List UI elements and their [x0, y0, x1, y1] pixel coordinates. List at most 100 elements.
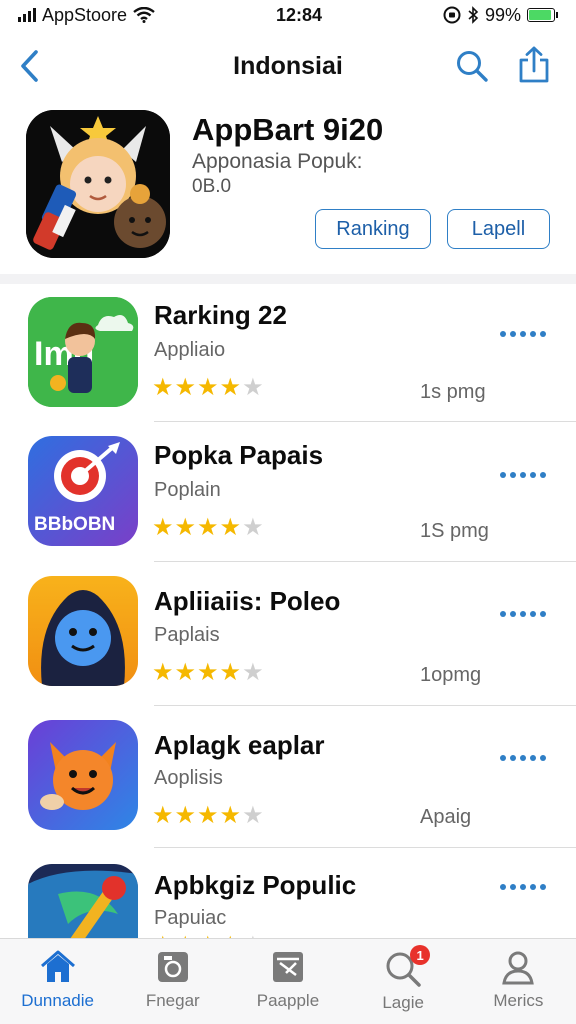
list-item[interactable]: Apliiaiis: Poleo Paplais ★ ★ ★ ★ ★ 1opmg	[0, 568, 576, 710]
app-subtitle: Aoplisis	[154, 767, 223, 789]
star-rating: ★★★★★	[152, 516, 264, 540]
star-icon: ★	[152, 514, 174, 541]
app-size: 1s pmg	[420, 381, 486, 403]
star-icon: ★	[152, 374, 174, 401]
wifi-icon	[133, 7, 155, 23]
page-title: Indonsiai	[233, 51, 343, 80]
target-icon[interactable]: BBbOBN	[28, 436, 138, 546]
star-icon: ★	[197, 514, 219, 541]
featured-meta: 0B.0	[192, 176, 232, 197]
fox-face-artwork	[28, 720, 138, 830]
chevron-left-icon	[21, 50, 38, 82]
tab-bar: Dunnadie Fnegar Paapple 1 Lagie Merics	[0, 938, 576, 1024]
app-subtitle: Paplais	[154, 624, 220, 646]
camera-icon	[157, 952, 188, 982]
more-options-button[interactable]	[500, 611, 546, 617]
star-icon: ★	[219, 802, 242, 829]
section-divider	[0, 274, 576, 284]
app-subtitle: Papuiac	[154, 907, 227, 929]
carrier-label: AppStoore	[42, 4, 128, 25]
share-button[interactable]	[514, 44, 554, 86]
tab-search[interactable]: 1 Lagie	[348, 945, 458, 1013]
home-icon	[40, 950, 75, 982]
app-title: Rarking 22	[154, 300, 287, 330]
clock: 12:84	[275, 4, 323, 25]
share-icon	[519, 46, 549, 83]
featured-subtitle: Apponasia Popuk:	[192, 150, 363, 173]
featured-title: AppBart 9i20	[192, 112, 384, 147]
status-left: AppStoore	[18, 5, 155, 26]
app-title: Apliiaiis: Poleo	[154, 586, 341, 616]
star-rating: ★★★★★	[152, 376, 264, 400]
search-button[interactable]	[452, 46, 492, 86]
more-options-button[interactable]	[500, 884, 546, 890]
hooded-face-icon[interactable]	[28, 576, 138, 686]
app-subtitle: Poplain	[154, 479, 221, 501]
row-divider	[154, 561, 576, 562]
list-item[interactable]: Img Rarking 22 Appliaio ★ ★ ★ ★ ★ 1s pmg	[0, 284, 576, 426]
app-subtitle: Appliaio	[154, 339, 226, 361]
app-title: Aplagk eaplar	[154, 730, 325, 760]
orientation-lock-icon	[443, 6, 461, 24]
star-icon: ★	[174, 514, 197, 541]
fox-face-icon[interactable]	[28, 720, 138, 830]
tab-label: Dunnadie	[21, 991, 94, 1010]
star-icon: ★	[174, 374, 197, 401]
star-rating: ★★★★★	[152, 804, 264, 828]
tab-tray[interactable]: Paapple	[233, 949, 343, 1011]
svg-text:BBbOBN: BBbOBN	[34, 514, 115, 535]
tab-label: Fnegar	[145, 991, 200, 1010]
notification-badge: 1	[410, 945, 431, 965]
app-title: Popka Papais	[154, 440, 324, 470]
tray-icon	[272, 952, 303, 982]
star-icon: ★	[219, 514, 242, 541]
star-rating: ★★★★★	[152, 661, 264, 685]
star-icon: ★	[152, 659, 174, 686]
navigation-bar: Indonsiai	[0, 34, 576, 98]
more-options-button[interactable]	[500, 331, 546, 337]
image-badge-artwork: Img	[28, 297, 138, 407]
tab-label: Merics	[493, 991, 544, 1010]
tab-camera[interactable]: Fnegar	[118, 949, 228, 1011]
list-item[interactable]: Apbkgiz Populic Papuiac ★★★★★	[0, 852, 576, 938]
more-options-button[interactable]	[500, 755, 546, 761]
list-item[interactable]: Aplagk eaplar Aoplisis ★ ★ ★ ★ ★ Apaig	[0, 710, 576, 852]
more-options-button[interactable]	[500, 472, 546, 478]
character-artwork-icon	[26, 110, 170, 258]
hooded-face-artwork	[28, 576, 138, 686]
list-item[interactable]: BBbOBN Popka Papais Poplain ★ ★ ★ ★ ★ 1S pmg	[0, 426, 576, 568]
back-button[interactable]	[10, 46, 50, 86]
image-icon-badge[interactable]: Img	[28, 297, 138, 407]
person-icon	[502, 951, 535, 985]
brush-icon[interactable]	[28, 864, 138, 938]
battery-percent: 99%	[484, 4, 521, 25]
tab-profile[interactable]: Merics	[463, 949, 573, 1011]
target-artwork: BBbOBN	[28, 436, 138, 546]
bluetooth-icon	[468, 6, 479, 24]
tab-home[interactable]: Dunnadie	[3, 949, 113, 1011]
star-icon: ★	[219, 659, 242, 686]
tab-label: Paapple	[256, 991, 320, 1010]
row-divider	[154, 421, 576, 422]
signal-icon	[18, 8, 36, 22]
app-size: 1S pmg	[420, 520, 489, 542]
app-size: Apaig	[420, 806, 472, 828]
brush-artwork	[28, 864, 138, 938]
row-divider	[154, 847, 576, 848]
star-icon: ★	[242, 802, 264, 829]
app-title: Apbkgiz Populic	[154, 870, 357, 900]
status-right: 99%	[443, 5, 558, 26]
featured-app: AppBart 9i20 Apponasia Popuk: 0B.0 Ranki…	[0, 104, 576, 274]
star-icon: ★	[242, 659, 264, 686]
tab-label: Lagie	[382, 993, 424, 1012]
featured-app-icon[interactable]	[26, 110, 170, 258]
search-icon	[457, 51, 488, 82]
star-icon: ★	[174, 659, 197, 686]
label-button[interactable]: Lapell	[447, 209, 550, 249]
star-icon: ★	[197, 659, 219, 686]
ranking-button[interactable]: Ranking	[315, 209, 431, 249]
star-icon: ★	[152, 802, 174, 829]
battery-icon	[526, 8, 558, 22]
star-icon: ★	[174, 802, 197, 829]
star-icon: ★	[197, 802, 219, 829]
